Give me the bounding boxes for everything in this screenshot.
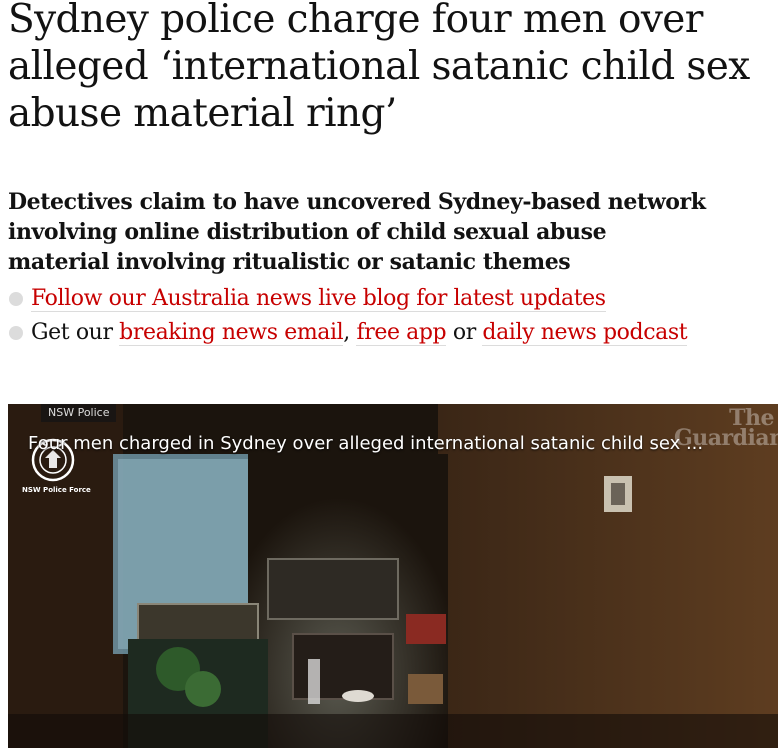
- bullet-dot-icon: [9, 326, 23, 340]
- police-force-label: NSW Police Force: [22, 486, 91, 494]
- bullet-dot-icon: [9, 292, 23, 306]
- guardian-watermark: The Guardian: [674, 407, 778, 451]
- breaking-news-email-link[interactable]: breaking news email: [119, 320, 344, 346]
- separator-text: or: [446, 320, 483, 345]
- video-player[interactable]: NSW Police Force NSW Police Four men cha…: [8, 404, 778, 748]
- video-channel-label[interactable]: NSW Police: [41, 404, 117, 422]
- list-item: Follow our Australia news live blog for …: [8, 284, 708, 314]
- bullet-prefix-text: Get our: [31, 320, 120, 345]
- related-links-list: Follow our Australia news live blog for …: [8, 284, 708, 352]
- video-title[interactable]: Four men charged in Sydney over alleged …: [28, 432, 768, 456]
- article-standfirst: Detectives claim to have uncovered Sydne…: [8, 189, 706, 275]
- watermark-line: Guardian: [674, 425, 778, 451]
- separator-text: ,: [343, 320, 357, 345]
- article-headline: Sydney police charge four men over alleg…: [8, 0, 750, 136]
- list-item: Get our breaking news email, free app or…: [8, 318, 708, 348]
- live-blog-link[interactable]: Follow our Australia news live blog for …: [31, 286, 606, 312]
- free-app-link[interactable]: free app: [356, 320, 447, 346]
- daily-news-podcast-link[interactable]: daily news podcast: [482, 320, 688, 346]
